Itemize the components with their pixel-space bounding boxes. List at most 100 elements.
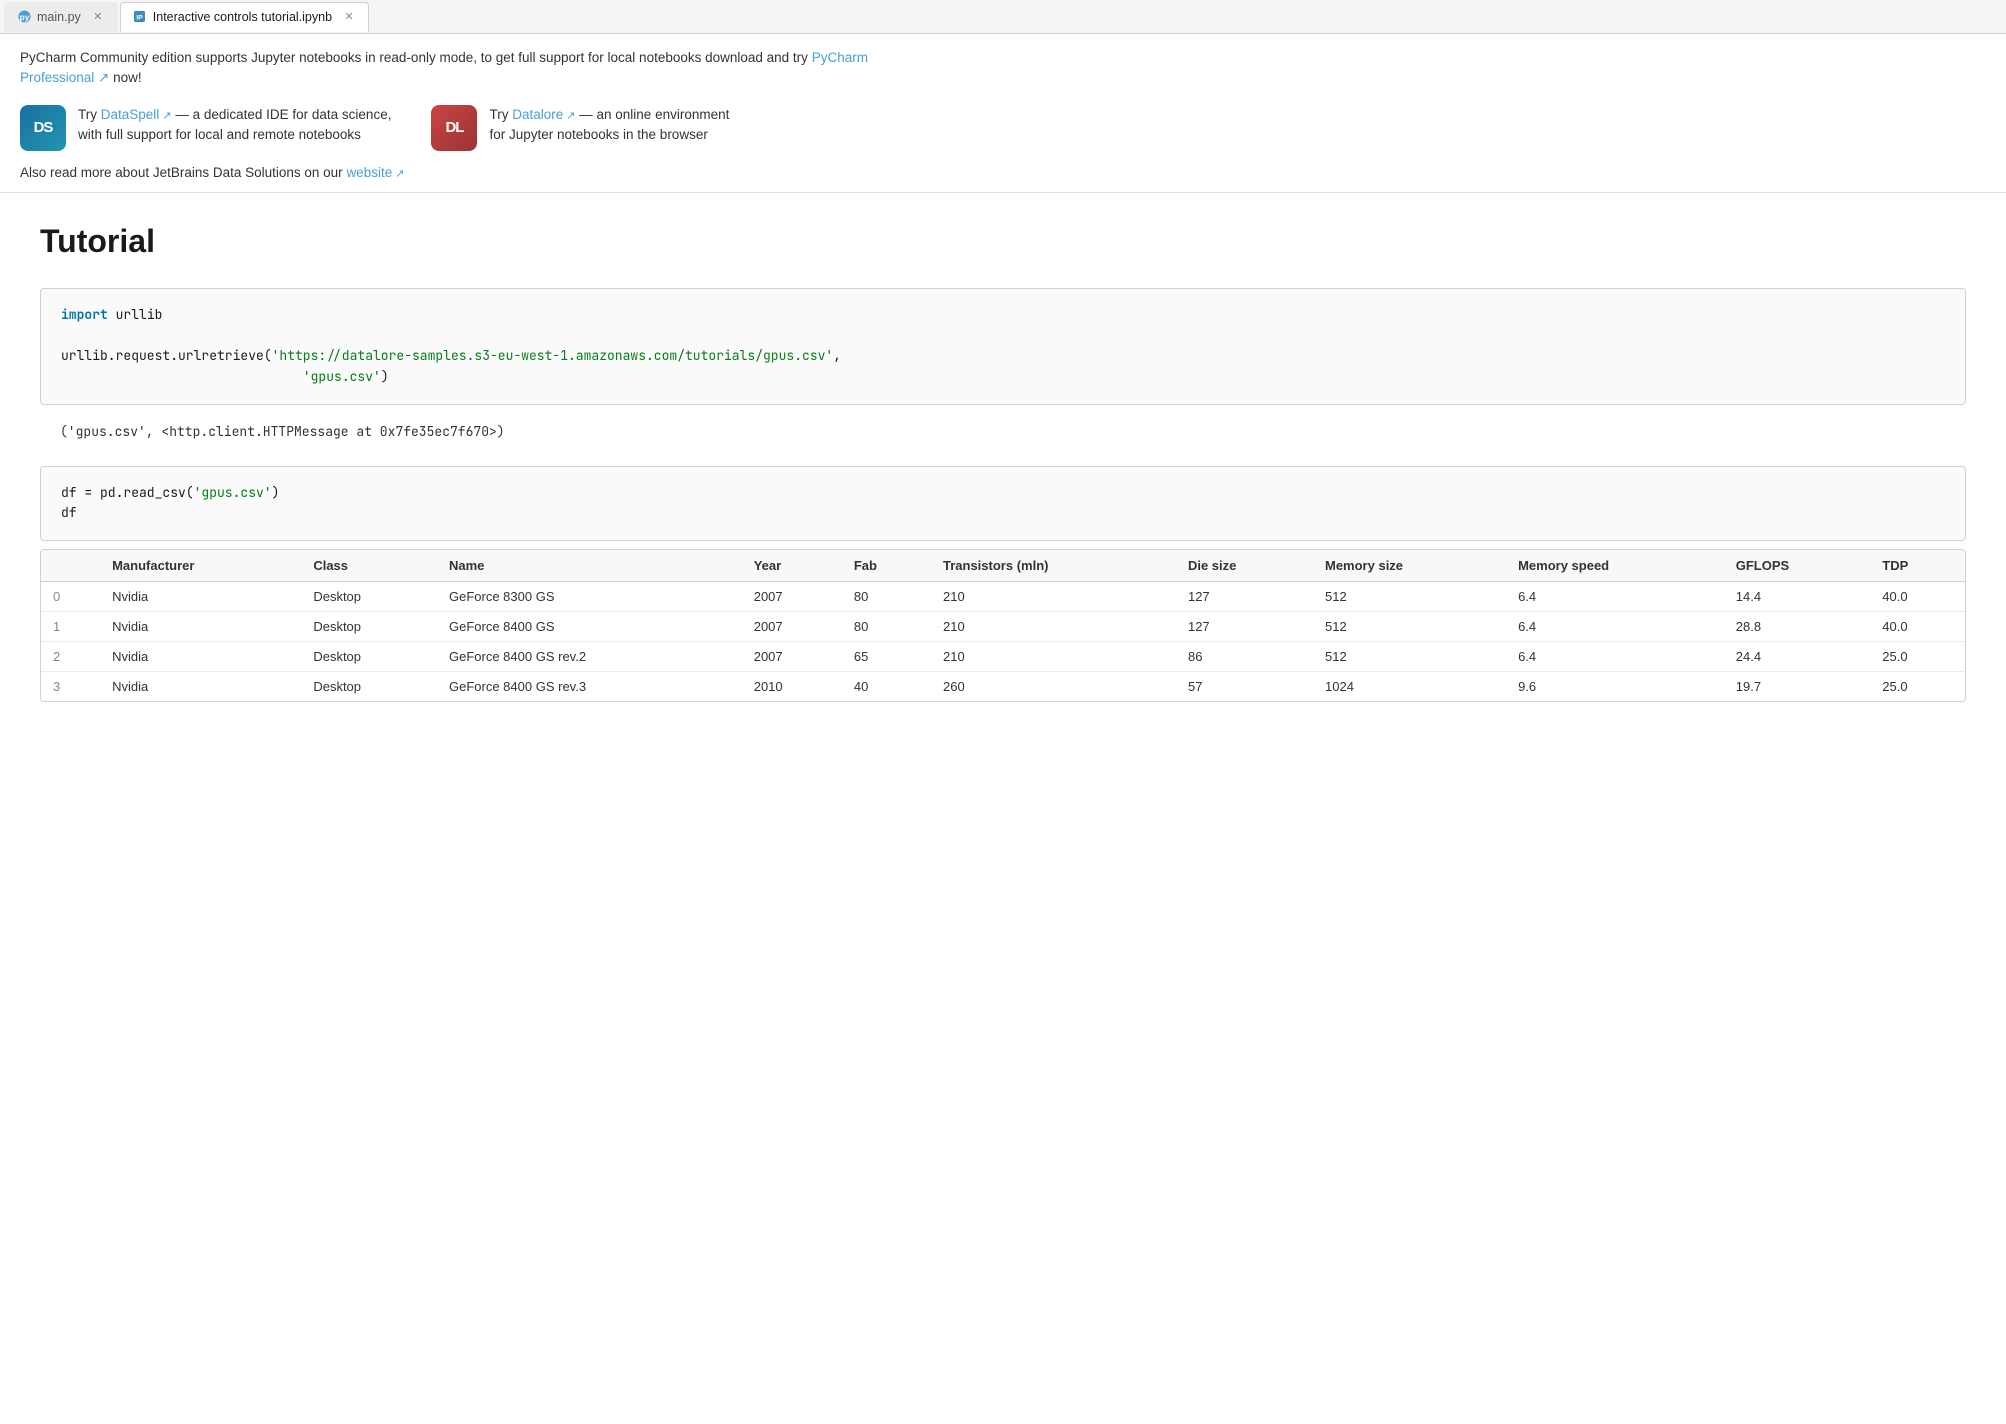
- cell-memspeed-1: 6.4: [1506, 612, 1724, 642]
- cell-fab-0: 80: [842, 582, 931, 612]
- comma1: ,: [833, 347, 841, 364]
- tab-interactive-close[interactable]: ✕: [342, 10, 356, 24]
- code-cell-1[interactable]: import urllib urllib.request.urlretrieve…: [40, 288, 1966, 405]
- promo-cards: DS Try DataSpell — a dedicated IDE for d…: [20, 105, 1986, 151]
- row-index-1: 1: [41, 612, 100, 642]
- import-keyword: import: [61, 306, 108, 323]
- table-header-row: Manufacturer Class Name Year Fab Transis…: [41, 550, 1965, 582]
- col-header-memspeed: Memory speed: [1506, 550, 1724, 582]
- cell-gflops-2: 24.4: [1724, 642, 1871, 672]
- csv-string: 'gpus.csv': [194, 484, 272, 501]
- cell-class-0: Desktop: [301, 582, 437, 612]
- cell-name-2: GeForce 8400 GS rev.2: [437, 642, 742, 672]
- code-line-blank: [61, 325, 1945, 346]
- cell-diesize-0: 127: [1176, 582, 1313, 612]
- cell-tdp-3: 25.0: [1870, 672, 1965, 702]
- cell-year-2: 2007: [742, 642, 842, 672]
- table-row: 2 Nvidia Desktop GeForce 8400 GS rev.2 2…: [41, 642, 1965, 672]
- tutorial-title: Tutorial: [40, 223, 1966, 260]
- col-header-transistors: Transistors (mln): [931, 550, 1176, 582]
- df-assign: df = pd.read_csv(: [61, 484, 194, 501]
- cell-gflops-1: 28.8: [1724, 612, 1871, 642]
- cell-tdp-1: 40.0: [1870, 612, 1965, 642]
- cell-manufacturer-3: Nvidia: [100, 672, 301, 702]
- output-cell-1: ('gpus.csv', <http.client.HTTPMessage at…: [40, 413, 1966, 450]
- cell-tdp-0: 40.0: [1870, 582, 1965, 612]
- col-header-diesize: Die size: [1176, 550, 1313, 582]
- datalore-text: Try Datalore — an online environmentfor …: [489, 105, 729, 146]
- cell-fab-3: 40: [842, 672, 931, 702]
- cell-manufacturer-1: Nvidia: [100, 612, 301, 642]
- dataspell-try: Try: [78, 107, 101, 122]
- promo-dataspell: DS Try DataSpell — a dedicated IDE for d…: [20, 105, 391, 151]
- tab-main-py-close[interactable]: ✕: [91, 10, 105, 24]
- cell-diesize-2: 86: [1176, 642, 1313, 672]
- code-line-df1: df = pd.read_csv('gpus.csv'): [61, 483, 1945, 504]
- cell-transistors-3: 260: [931, 672, 1176, 702]
- cell-class-1: Desktop: [301, 612, 437, 642]
- tab-bar: py main.py ✕ IP Interactive controls tut…: [0, 0, 2006, 34]
- banner-now: now!: [109, 70, 141, 85]
- tab-main-py[interactable]: py main.py ✕: [4, 2, 118, 32]
- row-index-0: 0: [41, 582, 100, 612]
- cell-memspeed-0: 6.4: [1506, 582, 1724, 612]
- col-header-fab: Fab: [842, 550, 931, 582]
- cell-gflops-3: 19.7: [1724, 672, 1871, 702]
- close-paren2: ): [272, 484, 280, 501]
- svg-text:py: py: [19, 12, 29, 22]
- cell-manufacturer-2: Nvidia: [100, 642, 301, 672]
- code-line-df2: df: [61, 503, 1945, 524]
- tab-interactive-controls[interactable]: IP Interactive controls tutorial.ipynb ✕: [120, 2, 369, 32]
- output-text-1: ('gpus.csv', <http.client.HTTPMessage at…: [60, 423, 505, 440]
- table-body: 0 Nvidia Desktop GeForce 8300 GS 2007 80…: [41, 582, 1965, 702]
- cell-transistors-0: 210: [931, 582, 1176, 612]
- urllib-text: urllib: [116, 306, 163, 323]
- df-var: df: [61, 504, 77, 521]
- table-row: 3 Nvidia Desktop GeForce 8400 GS rev.3 2…: [41, 672, 1965, 702]
- cell-gflops-0: 14.4: [1724, 582, 1871, 612]
- col-header-memsize: Memory size: [1313, 550, 1506, 582]
- cell-name-1: GeForce 8400 GS: [437, 612, 742, 642]
- python-icon: py: [17, 10, 31, 24]
- cell-class-2: Desktop: [301, 642, 437, 672]
- cell-memspeed-3: 9.6: [1506, 672, 1724, 702]
- dl-logo-text: DL: [431, 105, 477, 151]
- datalore-link[interactable]: Datalore: [512, 107, 575, 122]
- notebook-content: Tutorial import urllib urllib.request.ur…: [0, 193, 2006, 723]
- dataframe-table-container: Manufacturer Class Name Year Fab Transis…: [40, 549, 1966, 702]
- dataspell-logo: DS: [20, 105, 66, 151]
- code-line-2: urllib.request.urlretrieve('https://data…: [61, 346, 1945, 367]
- indent-spaces: [61, 368, 303, 385]
- cell-transistors-2: 210: [931, 642, 1176, 672]
- filename-string: 'gpus.csv': [303, 368, 381, 385]
- col-header-class: Class: [301, 550, 437, 582]
- table-row: 1 Nvidia Desktop GeForce 8400 GS 2007 80…: [41, 612, 1965, 642]
- dataspell-text: Try DataSpell — a dedicated IDE for data…: [78, 105, 391, 146]
- cell-diesize-1: 127: [1176, 612, 1313, 642]
- cell-fab-1: 80: [842, 612, 931, 642]
- cell-year-1: 2007: [742, 612, 842, 642]
- cell-memsize-3: 1024: [1313, 672, 1506, 702]
- cell-manufacturer-0: Nvidia: [100, 582, 301, 612]
- ds-logo-text: DS: [20, 105, 66, 151]
- also-text: Also read more about JetBrains Data Solu…: [20, 165, 1986, 180]
- cell-name-0: GeForce 8300 GS: [437, 582, 742, 612]
- table-header: Manufacturer Class Name Year Fab Transis…: [41, 550, 1965, 582]
- cell-class-3: Desktop: [301, 672, 437, 702]
- cell-tdp-2: 25.0: [1870, 642, 1965, 672]
- close-paren: ): [381, 368, 389, 385]
- code-cell-2[interactable]: df = pd.read_csv('gpus.csv') df: [40, 466, 1966, 542]
- col-header-year: Year: [742, 550, 842, 582]
- cell-fab-2: 65: [842, 642, 931, 672]
- cell-memsize-0: 512: [1313, 582, 1506, 612]
- cell-transistors-1: 210: [931, 612, 1176, 642]
- tab-interactive-label: Interactive controls tutorial.ipynb: [153, 10, 332, 24]
- cell-year-3: 2010: [742, 672, 842, 702]
- row-index-3: 3: [41, 672, 100, 702]
- col-header-gflops: GFLOPS: [1724, 550, 1871, 582]
- dataspell-link[interactable]: DataSpell: [101, 107, 172, 122]
- table-row: 0 Nvidia Desktop GeForce 8300 GS 2007 80…: [41, 582, 1965, 612]
- col-header-manufacturer: Manufacturer: [100, 550, 301, 582]
- cell-memsize-2: 512: [1313, 642, 1506, 672]
- website-link[interactable]: website: [346, 165, 404, 180]
